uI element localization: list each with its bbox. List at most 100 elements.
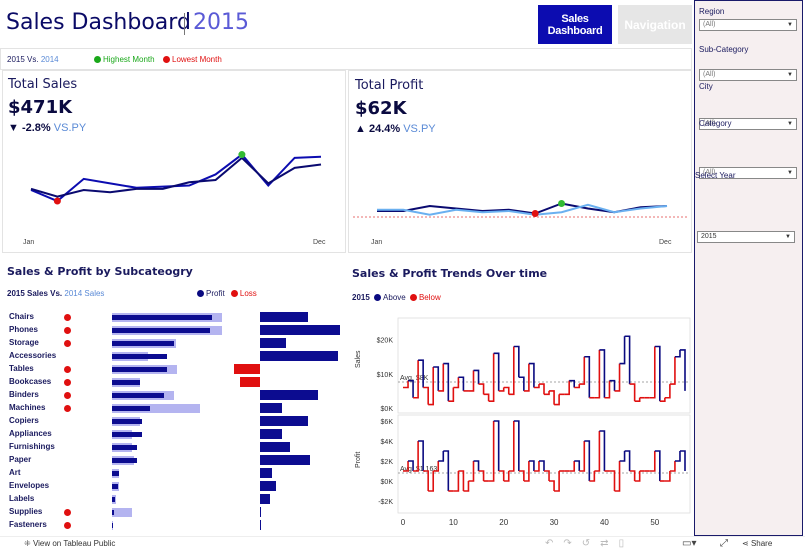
refresh-icon[interactable]: ⇄ — [600, 538, 618, 549]
sales-2015-bar — [112, 497, 115, 502]
profit-bar — [260, 312, 308, 322]
filter-label: Region — [699, 7, 725, 16]
subcategory-label: Bookcases — [9, 377, 52, 386]
x-tick-label: 0 — [401, 518, 406, 527]
profit-bar — [260, 416, 308, 426]
trends-chart: Sales Profit $20K $10K $0K $6K $4K $2K $0K -$2… — [355, 317, 691, 527]
pause-icon[interactable]: ▯ — [619, 538, 635, 549]
subcategory-label: Appliances — [9, 429, 52, 438]
undo-redo-controls: ↶↷↺⇄▯ — [545, 538, 634, 549]
total-profit-chart: Jan Dec — [353, 200, 689, 246]
vs-py-label: VS.PY — [403, 123, 436, 135]
total-sales-value: $471K — [8, 97, 73, 118]
sales-avg-label: Avg. $8K — [400, 375, 429, 382]
sales-tick-label: $0K — [381, 406, 394, 413]
subcategory-legend: 2015 Sales Vs. 2014 Sales — [7, 289, 104, 298]
select-year-dropdown[interactable]: 2015 ▼ — [697, 231, 795, 243]
axis-start: Jan — [371, 239, 382, 246]
chevron-down-icon: ▼ — [787, 121, 793, 127]
filter-dropdown[interactable]: (All) ▼ — [699, 19, 797, 31]
delta-value: -2.8% — [21, 122, 51, 134]
share-button[interactable]: ⋖ Share — [742, 539, 772, 548]
x-tick-label: 20 — [499, 518, 508, 527]
highest-month-point — [558, 200, 566, 207]
axis-start: Jan — [23, 239, 34, 246]
profit-bar — [260, 468, 272, 478]
lowest-month-legend: Lowest Month — [163, 55, 222, 64]
highest-month-point — [238, 151, 246, 159]
profit-tick-label: $2K — [381, 459, 394, 466]
filter-dropdown[interactable]: (All) ▼ — [699, 69, 797, 81]
subcategory-title: Sales & Profit by Subcateogry — [7, 265, 193, 278]
profit-trend-step — [649, 451, 656, 472]
sales-trend-step — [649, 346, 656, 399]
profit-bar — [260, 481, 276, 491]
profit-label: Profit — [206, 289, 225, 298]
navigation-button[interactable]: Navigation — [618, 5, 692, 44]
highest-dot-icon — [94, 56, 101, 64]
subcategory-label: Accessories — [9, 351, 57, 360]
profit-trend-step — [438, 451, 445, 462]
profit-tick-label: -$2K — [378, 499, 393, 506]
below-label: Below — [418, 293, 441, 302]
sales-2015-bar — [112, 458, 137, 463]
sales-2015-bar — [112, 354, 167, 359]
profit-trend-step — [569, 461, 576, 472]
total-sales-panel: Total Sales $471K ▼ -2.8% VS.PY Jan Dec — [2, 70, 346, 253]
down-triangle-icon: ▼ — [8, 122, 19, 134]
loss-indicator-dot — [64, 392, 71, 399]
revert-icon[interactable]: ↺ — [582, 538, 600, 549]
profit-bar — [260, 338, 286, 348]
profit-bar — [240, 377, 260, 387]
sales-2015-bar — [112, 445, 137, 450]
filter-label: City — [699, 82, 713, 91]
profit-bar — [260, 325, 340, 335]
view-on-tableau-label: View on Tableau Public — [32, 539, 116, 548]
lowest-label: Lowest Month — [172, 55, 222, 64]
profit-trend-step — [594, 431, 601, 472]
sales-2015-bar — [112, 523, 113, 528]
profit-trend-step — [508, 421, 515, 472]
up-triangle-icon: ▲ — [355, 123, 366, 135]
loss-indicator-dot — [64, 314, 71, 321]
subcategory-label: Chairs — [9, 312, 34, 321]
chevron-down-icon: ▼ — [785, 234, 791, 240]
sales-2015-bar — [112, 484, 118, 489]
sales-trend-step — [564, 380, 570, 396]
sales-trend-step — [518, 376, 525, 391]
sales-2015-bar — [112, 406, 150, 411]
subcategory-label: Furnishings — [9, 442, 55, 451]
sales-dashboard-button[interactable]: Sales Dashboard — [538, 5, 612, 44]
compare-legend: 2015 Vs. 2014 — [7, 55, 59, 64]
profit-trend-step — [549, 480, 555, 491]
profit-tick-label: $0K — [381, 479, 394, 486]
subcategory-label: Machines — [9, 403, 46, 412]
sales-tick-label: $20K — [377, 338, 394, 345]
above-dot-icon — [374, 294, 382, 302]
view-on-tableau-link[interactable]: ⁜ View on Tableau Public — [24, 539, 115, 548]
loss-indicator-dot — [64, 522, 71, 529]
trends-panel: Sales & Profit Trends Over time 2015 Abo… — [348, 256, 692, 536]
redo-icon[interactable]: ↷ — [563, 538, 581, 549]
sales-2015-bar — [112, 380, 140, 385]
subcategory-label: Paper — [9, 455, 32, 464]
lowest-month-point — [53, 197, 61, 205]
filter-pane: Region (All) ▼ Sub-Category (All) ▼ City (All) ▼… — [694, 0, 803, 536]
profit-trend-step — [619, 451, 626, 462]
trends-legend: 2015 Above Below — [352, 293, 441, 302]
device-preview-icon[interactable]: ▭▾ — [682, 538, 696, 549]
sales-trend-step — [619, 336, 626, 365]
undo-icon[interactable]: ↶ — [545, 538, 563, 549]
sales-trend-step — [579, 356, 586, 385]
profit-trend-step — [423, 470, 429, 491]
fullscreen-icon[interactable]: ⤢ — [720, 538, 728, 549]
profit-bar — [260, 455, 310, 465]
sales-trend-step — [483, 393, 490, 402]
profit-tick-label: $6K — [381, 419, 394, 426]
x-tick-label: 10 — [449, 518, 458, 527]
profit-bar — [260, 429, 282, 439]
profit-bar — [260, 494, 270, 504]
sales-2015-bar — [112, 419, 142, 424]
profit-trend-step — [453, 471, 460, 492]
total-profit-title: Total Profit — [355, 78, 424, 93]
